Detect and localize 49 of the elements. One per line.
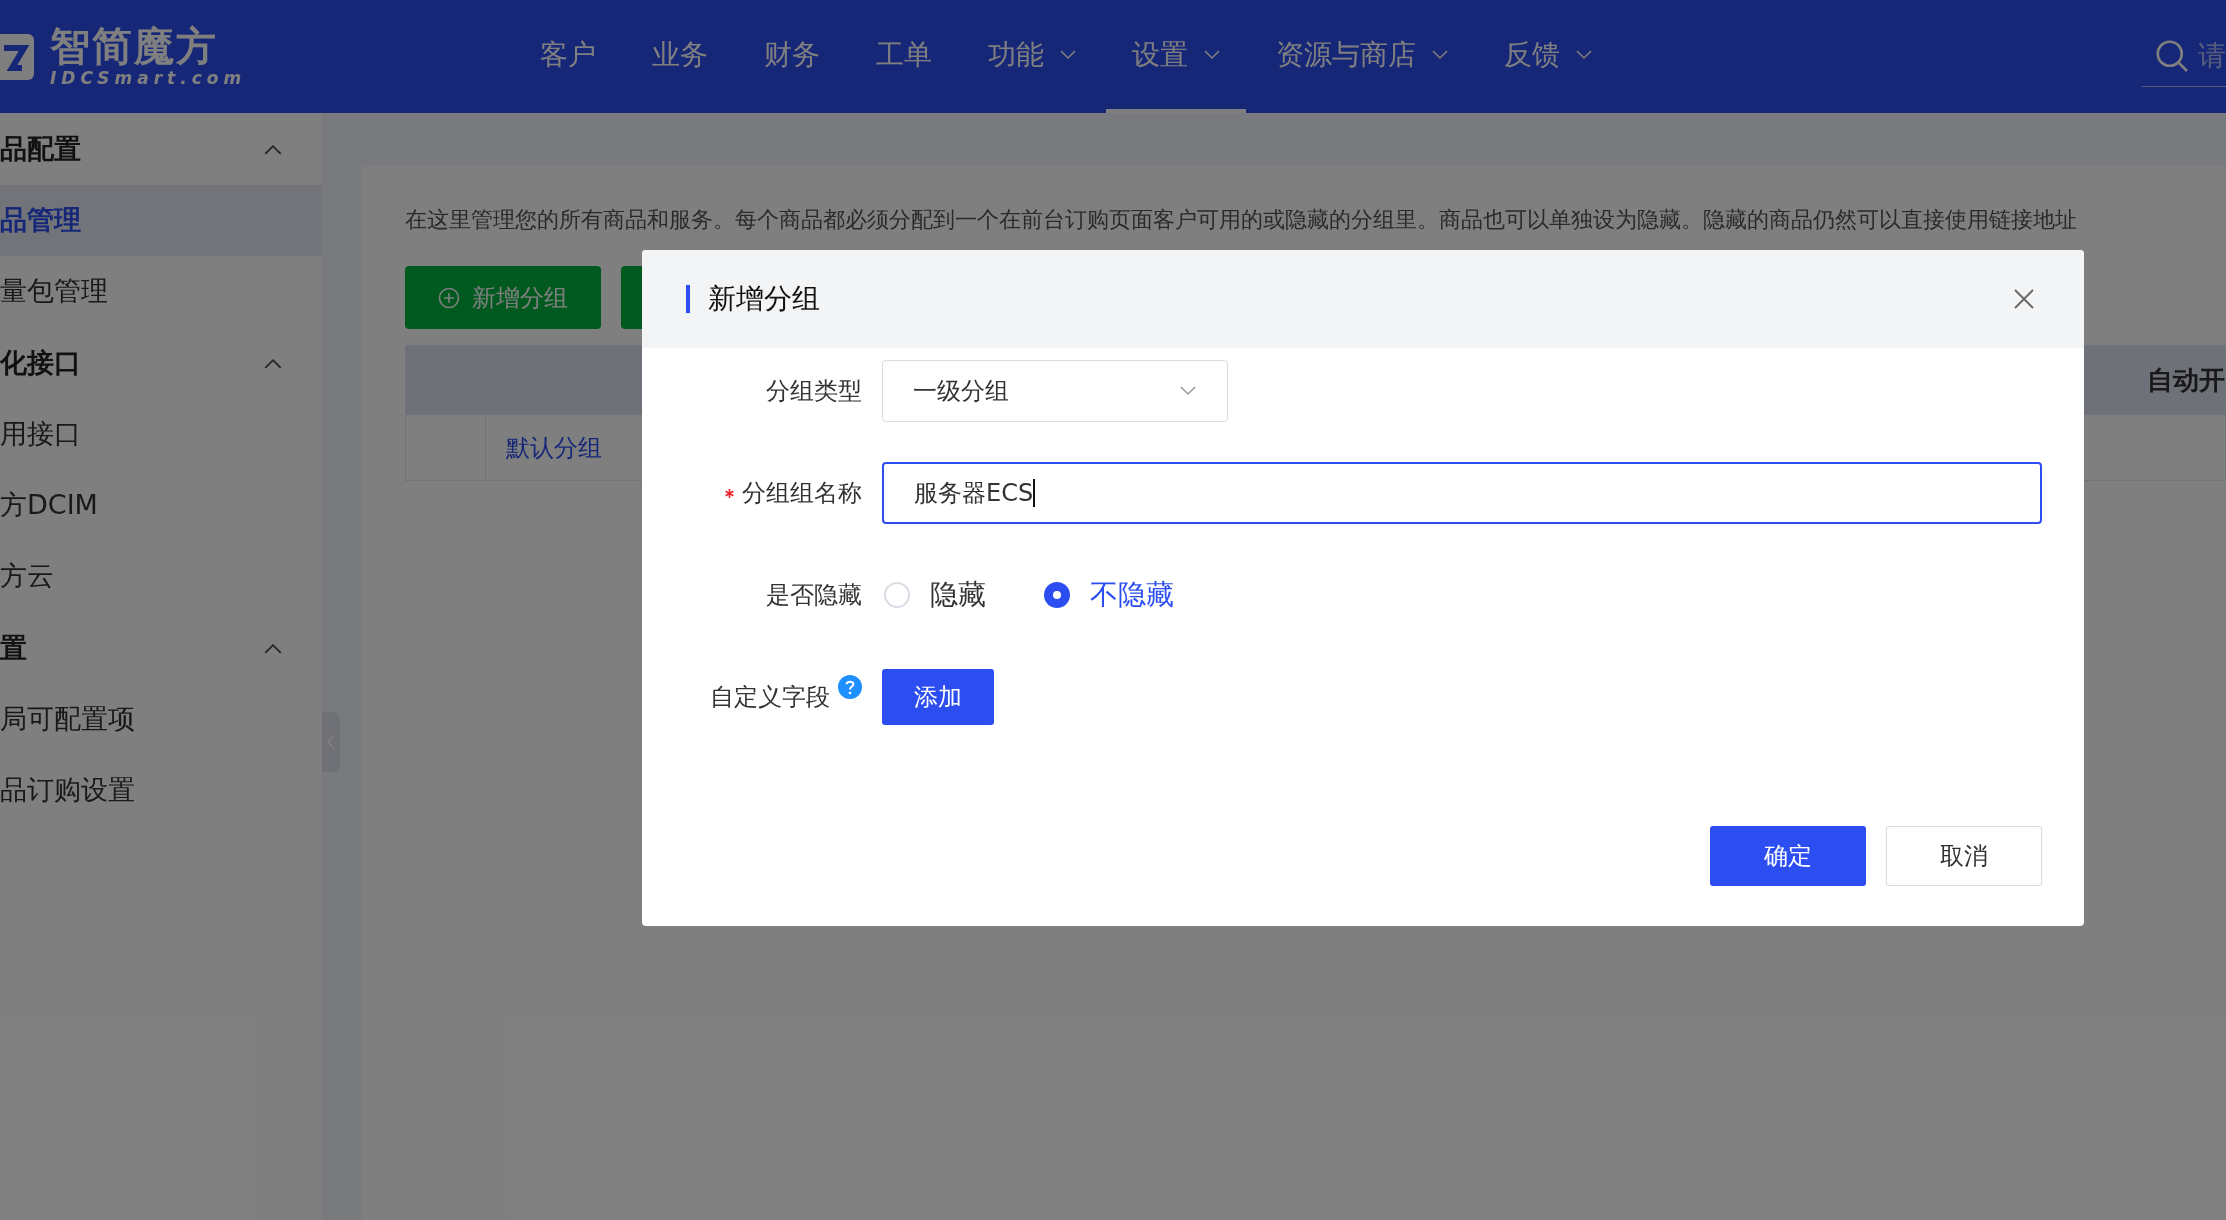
- logo-name: 智简魔方: [50, 26, 219, 66]
- chevron-down-icon: [1576, 49, 1592, 60]
- sidebar-group[interactable]: 置: [0, 612, 322, 684]
- nav-tab[interactable]: 反馈: [1478, 0, 1618, 113]
- chevron-up-icon: [264, 642, 282, 654]
- title-accent-bar: [686, 285, 690, 313]
- sidebar-item[interactable]: 量包管理: [0, 256, 322, 327]
- sidebar-group[interactable]: 品配置: [0, 113, 322, 185]
- cancel-button[interactable]: 取消: [1886, 826, 2042, 886]
- dialog-title: 新增分组: [708, 281, 820, 317]
- text-cursor: [1033, 479, 1036, 507]
- chevron-down-icon: [1179, 386, 1197, 396]
- nav-tab[interactable]: 资源与商店: [1250, 0, 1474, 113]
- confirm-button[interactable]: 确定: [1710, 826, 1866, 886]
- nav-tab[interactable]: 客户: [514, 0, 622, 113]
- sidebar-item[interactable]: 用接口: [0, 399, 322, 470]
- help-icon: [838, 675, 862, 699]
- radio-option[interactable]: 不隐藏: [1044, 574, 1174, 616]
- nav-tab[interactable]: 设置: [1106, 0, 1246, 113]
- radio-option[interactable]: 隐藏: [884, 574, 986, 616]
- input-field[interactable]: 服务器ECS: [882, 462, 2042, 524]
- sidebar-item[interactable]: 品订购设置: [0, 755, 322, 826]
- nav-tab[interactable]: 财务: [738, 0, 846, 113]
- chevron-up-icon: [264, 357, 282, 369]
- nav-tab[interactable]: 工单: [850, 0, 958, 113]
- field-label: 自定义字段: [710, 682, 830, 713]
- nav-tab[interactable]: 功能: [962, 0, 1102, 113]
- chevron-down-icon: [1432, 49, 1448, 60]
- group-type-select[interactable]: 一级分组: [882, 360, 1228, 422]
- chevron-down-icon: [1204, 49, 1220, 60]
- add-field-button[interactable]: 添加: [882, 669, 994, 725]
- chevron-up-icon: [264, 143, 282, 155]
- search-icon: [2154, 38, 2190, 74]
- sidebar-item[interactable]: 方云: [0, 541, 322, 612]
- field-label: 分组组名称: [742, 478, 862, 509]
- sidebar-group[interactable]: 化接口: [0, 327, 322, 399]
- description: 在这里管理您的所有商品和服务。每个商品都必须分配到一个在前台订购页面客户可用的或隐藏的分组里。商品也可以单独设为隐藏。隐藏的商品仍然可以直接使用链接地址: [405, 206, 2078, 234]
- field-label: 是否隐藏: [766, 580, 862, 611]
- group-link[interactable]: 默认分组: [506, 429, 602, 466]
- plus-circle-icon: [438, 286, 460, 309]
- column-header: 自动开: [2147, 363, 2225, 397]
- nav-tab[interactable]: 业务: [626, 0, 734, 113]
- field-label: 分组类型: [766, 376, 862, 407]
- sidebar-item[interactable]: 方DCIM: [0, 470, 322, 541]
- close-icon: [2013, 288, 2035, 310]
- chevron-down-icon: [1060, 49, 1076, 60]
- sidebar-item[interactable]: 局可配置项: [0, 684, 322, 755]
- logo-domain: IDCSmart.com: [50, 70, 247, 87]
- sidebar-item[interactable]: 品管理: [0, 185, 322, 256]
